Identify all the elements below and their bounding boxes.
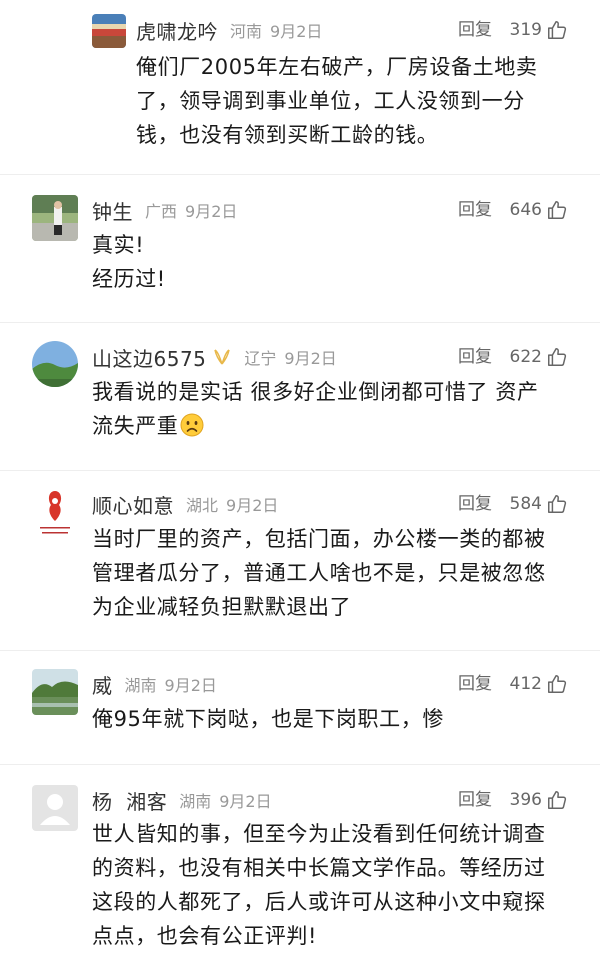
- user-name[interactable]: 山这边6575: [92, 343, 206, 372]
- user-location: 河南: [230, 22, 263, 41]
- comment-line: 了，领导调到事业单位，工人没领到一分: [136, 89, 525, 113]
- thumbs-up-icon: [548, 348, 567, 366]
- comment-line: 为企业减轻负担默默退出了: [92, 595, 352, 619]
- reply-button[interactable]: 回复: [458, 669, 492, 699]
- user-location: 湖北: [186, 496, 219, 515]
- avatar[interactable]: [32, 487, 78, 539]
- comment-line: 流失严重: [92, 414, 179, 438]
- thumbs-up-icon: [548, 495, 567, 513]
- comment-date: 9月2日: [226, 496, 279, 515]
- user-location: 湖南: [124, 676, 157, 695]
- comment-line: 世人皆知的事，但至今为止没看到任何统计调查: [92, 822, 546, 846]
- comment-line: 经历过!: [92, 267, 166, 291]
- avatar-image: [32, 341, 78, 387]
- avatar[interactable]: [32, 195, 78, 241]
- comment-line: 俺们厂2005年左右破产，厂房设备土地卖: [136, 55, 538, 79]
- comment-text: 真实! 经历过!: [92, 228, 582, 296]
- comment-date: 9月2日: [185, 202, 238, 221]
- avatar[interactable]: [32, 341, 78, 387]
- user-name[interactable]: 虎啸龙吟: [136, 16, 218, 45]
- avatar-image: [92, 14, 126, 48]
- avatar-image: [32, 669, 78, 715]
- comment-item: 杨 湘客 湖南 9月2日 回复 396 世人皆知的事，但至今为止没看到任何统计调…: [0, 765, 600, 962]
- comment-text: 当时厂里的资产，包括门面，办公楼一类的都被 管理者瓜分了，普通工人啥也不是，只是…: [92, 522, 582, 624]
- comment-line: 管理者瓜分了，普通工人啥也不是，只是被忽悠: [92, 561, 546, 585]
- comment-date: 9月2日: [164, 676, 217, 695]
- comment-line: 当时厂里的资产，包括门面，办公楼一类的都被: [92, 527, 546, 551]
- comment-date: 9月2日: [219, 792, 272, 811]
- user-location: 辽宁: [244, 349, 277, 368]
- like-count: 396: [509, 790, 542, 810]
- comment-line: 钱，也没有领到买断工龄的钱。: [136, 123, 439, 147]
- comment-line: 这段的人都死了，后人或许可从这种小文中窥探: [92, 890, 546, 914]
- avatar-image: [32, 195, 78, 241]
- avatar[interactable]: [92, 14, 126, 48]
- comment-item: 威 湖南 9月2日 回复 412 俺95年就下岗哒，也是下岗职工，惨: [0, 651, 600, 765]
- user-location: 湖南: [179, 792, 212, 811]
- like-button[interactable]: 584: [510, 489, 568, 519]
- comment-date: 9月2日: [270, 22, 323, 41]
- reply-button[interactable]: 回复: [458, 195, 492, 225]
- comment-line: 俺95年就下岗哒，也是下岗职工，惨: [92, 707, 444, 731]
- avatar[interactable]: [32, 669, 78, 715]
- like-count: 584: [509, 494, 542, 514]
- user-name[interactable]: 顺心如意: [92, 490, 174, 519]
- comment-text: 世人皆知的事，但至今为止没看到任何统计调查 的资料，也没有相关中长篇文学作品。等…: [92, 817, 582, 953]
- comment-item: 山这边6575 辽宁 9月2日 回复 622 我看说的是实话 很多好企业倒闭都可…: [0, 323, 600, 473]
- comment-item: 虎啸龙吟 河南 9月2日 回复 319 俺们厂2005年左右破产，厂房设备土地卖…: [0, 0, 600, 175]
- reply-button[interactable]: 回复: [458, 342, 492, 372]
- comment-text: 俺95年就下岗哒，也是下岗职工，惨: [92, 702, 582, 736]
- like-button[interactable]: 622: [510, 342, 568, 372]
- like-count: 319: [509, 20, 542, 40]
- default-avatar-icon: [32, 785, 78, 831]
- user-name[interactable]: 杨 湘客: [92, 786, 167, 815]
- like-button[interactable]: 396: [510, 785, 568, 815]
- vip-badge-icon: [214, 349, 231, 365]
- comment-text: 我看说的是实话 很多好企业倒闭都可惜了 资产 流失严重: [92, 375, 582, 443]
- like-count: 646: [509, 200, 542, 220]
- thumbs-up-icon: [548, 201, 567, 219]
- comment-item: 顺心如意 湖北 9月2日 回复 584 当时厂里的资产，包括门面，办公楼一类的都…: [0, 471, 600, 651]
- reply-button[interactable]: 回复: [458, 15, 492, 45]
- comment-line: 点点，也会有公正评判!: [92, 924, 318, 948]
- user-location: 广西: [145, 202, 178, 221]
- user-name[interactable]: 钟生: [92, 196, 133, 225]
- comment-line: 的资料，也没有相关中长篇文学作品。等经历过: [92, 856, 546, 880]
- comment-text: 俺们厂2005年左右破产，厂房设备土地卖 了，领导调到事业单位，工人没领到一分 …: [136, 50, 576, 152]
- comment-line: 我看说的是实话 很多好企业倒闭都可惜了 资产: [92, 380, 539, 404]
- like-count: 622: [509, 347, 542, 367]
- avatar[interactable]: [32, 785, 78, 831]
- like-button[interactable]: 646: [510, 195, 568, 225]
- comment-item: 钟生 广西 9月2日 回复 646 真实! 经历过!: [0, 175, 600, 325]
- reply-button[interactable]: 回复: [458, 785, 492, 815]
- user-name[interactable]: 威: [92, 670, 113, 699]
- thumbs-up-icon: [548, 791, 567, 809]
- comment-date: 9月2日: [284, 349, 337, 368]
- like-button[interactable]: 319: [510, 15, 568, 45]
- like-button[interactable]: 412: [510, 669, 568, 699]
- sad-face-emoji: [180, 413, 204, 437]
- thumbs-up-icon: [548, 21, 567, 39]
- comment-line: 真实!: [92, 233, 145, 257]
- like-count: 412: [509, 674, 542, 694]
- avatar-image: [32, 487, 78, 539]
- thumbs-up-icon: [548, 675, 567, 693]
- reply-button[interactable]: 回复: [458, 489, 492, 519]
